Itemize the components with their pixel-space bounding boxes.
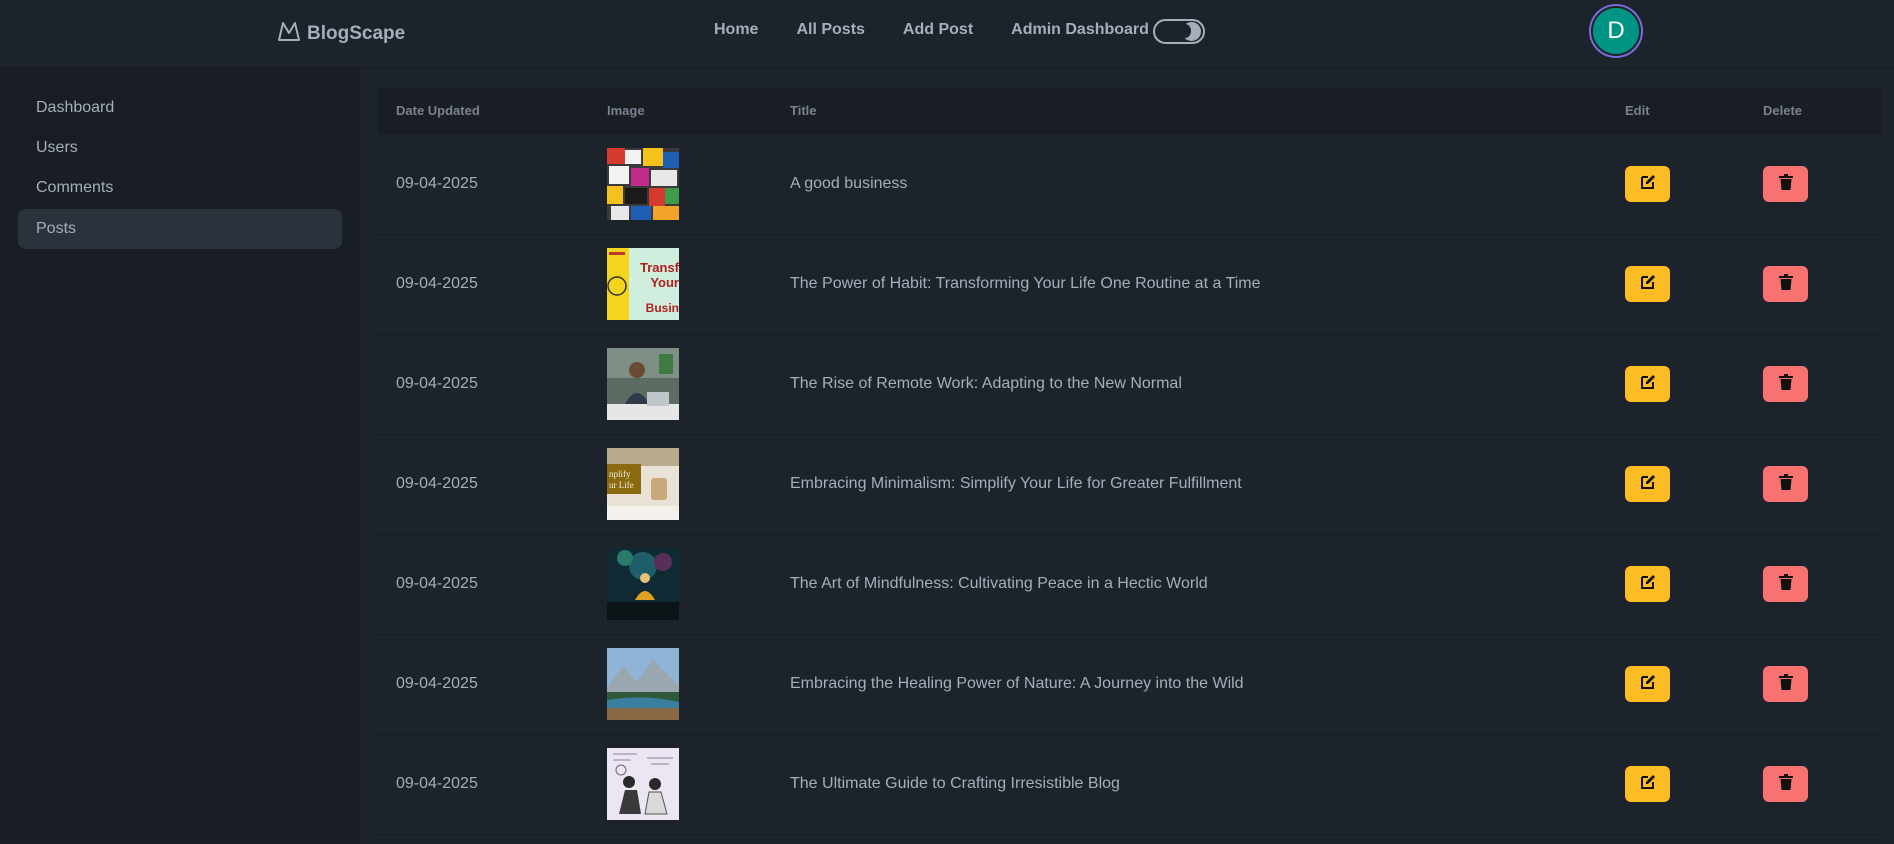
moon-icon [1179,22,1201,41]
header-image: Image [607,103,645,118]
edit-icon [1640,174,1656,195]
edit-icon [1640,374,1656,395]
delete-button[interactable] [1763,166,1808,202]
row-title[interactable]: The Rise of Remote Work: Adapting to the… [790,334,1182,434]
thumbnail-text: ur Life [609,480,634,490]
edit-button[interactable] [1625,766,1670,802]
delete-button[interactable] [1763,566,1808,602]
row-date: 09-04-2025 [396,675,478,692]
post-thumbnail[interactable] [607,648,679,720]
thumbnail-text: nplify [609,469,631,479]
table-row: 09-04-2025 nplify ur Life Embracing Mini… [378,434,1882,535]
row-date: 09-04-2025 [396,575,478,592]
delete-button[interactable] [1763,366,1808,402]
delete-button[interactable] [1763,666,1808,702]
table-row: 09-04-2025 A good business [378,134,1882,235]
sidebar-item-dashboard[interactable]: Dashboard [18,88,342,128]
edit-button[interactable] [1625,566,1670,602]
trash-icon [1778,773,1793,795]
trash-icon [1778,273,1793,295]
top-navbar: BlogScape Home All Posts Add Post Admin … [0,0,1894,68]
edit-button[interactable] [1625,366,1670,402]
mountain-icon [277,20,301,47]
trash-icon [1778,473,1793,495]
thumbnail-text: Busin [646,301,679,315]
edit-icon [1640,474,1656,495]
trash-icon [1778,673,1793,695]
post-thumbnail[interactable] [607,748,679,820]
sidebar-item-comments[interactable]: Comments [18,168,342,208]
brand-name: BlogScape [307,22,406,44]
row-title[interactable]: The Art of Mindfulness: Cultivating Peac… [790,534,1208,634]
row-title[interactable]: Embracing the Healing Power of Nature: A… [790,634,1244,734]
nav-add-post-link[interactable]: Add Post [903,21,973,39]
main-nav: Home All Posts Add Post Admin Dashboard [714,21,1149,39]
table-row: 09-04-2025 Embracing the Healing Power o… [378,634,1882,735]
row-date: 09-04-2025 [396,275,478,292]
trash-icon [1778,173,1793,195]
delete-button[interactable] [1763,466,1808,502]
row-date: 09-04-2025 [396,775,478,792]
table-row: 09-04-2025 The Art of Mindfulness: Culti… [378,534,1882,635]
sidebar-item-users[interactable]: Users [18,128,342,168]
edit-button[interactable] [1625,266,1670,302]
delete-button[interactable] [1763,266,1808,302]
header-title: Title [790,103,817,118]
thumbnail-text: Your [650,275,679,290]
avatar-initial: D [1591,6,1641,56]
row-title[interactable]: Embracing Minimalism: Simplify Your Life… [790,434,1242,534]
edit-icon [1640,774,1656,795]
thumbnail-text: Transf [640,260,679,275]
edit-button[interactable] [1625,466,1670,502]
row-date: 09-04-2025 [396,375,478,392]
row-title[interactable]: A good business [790,134,907,234]
post-thumbnail[interactable] [607,348,679,420]
sidebar: Dashboard Users Comments Posts [0,68,360,844]
user-avatar[interactable]: D [1589,4,1643,58]
nav-all-posts-link[interactable]: All Posts [796,21,864,39]
post-thumbnail[interactable] [607,148,679,220]
header-delete: Delete [1763,103,1803,118]
table-row: 09-04-2025 Transf Your Busin The Power o… [378,234,1882,335]
header-date-updated: Date Updated [396,103,480,118]
trash-icon [1778,573,1793,595]
row-date: 09-04-2025 [396,475,478,492]
row-title[interactable]: The Power of Habit: Transforming Your Li… [790,234,1260,334]
post-thumbnail[interactable] [607,548,679,620]
theme-toggle[interactable] [1153,19,1205,44]
sidebar-item-posts[interactable]: Posts [18,209,342,249]
post-thumbnail[interactable]: nplify ur Life [607,448,679,520]
header-edit: Edit [1625,103,1650,118]
edit-icon [1640,674,1656,695]
edit-icon [1640,574,1656,595]
edit-button[interactable] [1625,666,1670,702]
table-row: 09-04-2025 The Ultimate Guide to Craftin… [378,734,1882,835]
edit-button[interactable] [1625,166,1670,202]
brand-logo[interactable]: BlogScape [277,20,405,47]
table-header: Date Updated Image Title Edit Delete [378,88,1882,134]
posts-table: Date Updated Image Title Edit Delete 09-… [378,88,1882,844]
delete-button[interactable] [1763,766,1808,802]
row-date: 09-04-2025 [396,175,478,192]
table-row: 09-04-2025 The Rise of Remote Work: Adap… [378,334,1882,435]
edit-icon [1640,274,1656,295]
nav-home-link[interactable]: Home [714,21,758,39]
row-title[interactable]: The Ultimate Guide to Crafting Irresisti… [790,734,1120,834]
post-thumbnail[interactable]: Transf Your Busin [607,248,679,320]
nav-admin-dashboard-link[interactable]: Admin Dashboard [1011,21,1149,39]
trash-icon [1778,373,1793,395]
